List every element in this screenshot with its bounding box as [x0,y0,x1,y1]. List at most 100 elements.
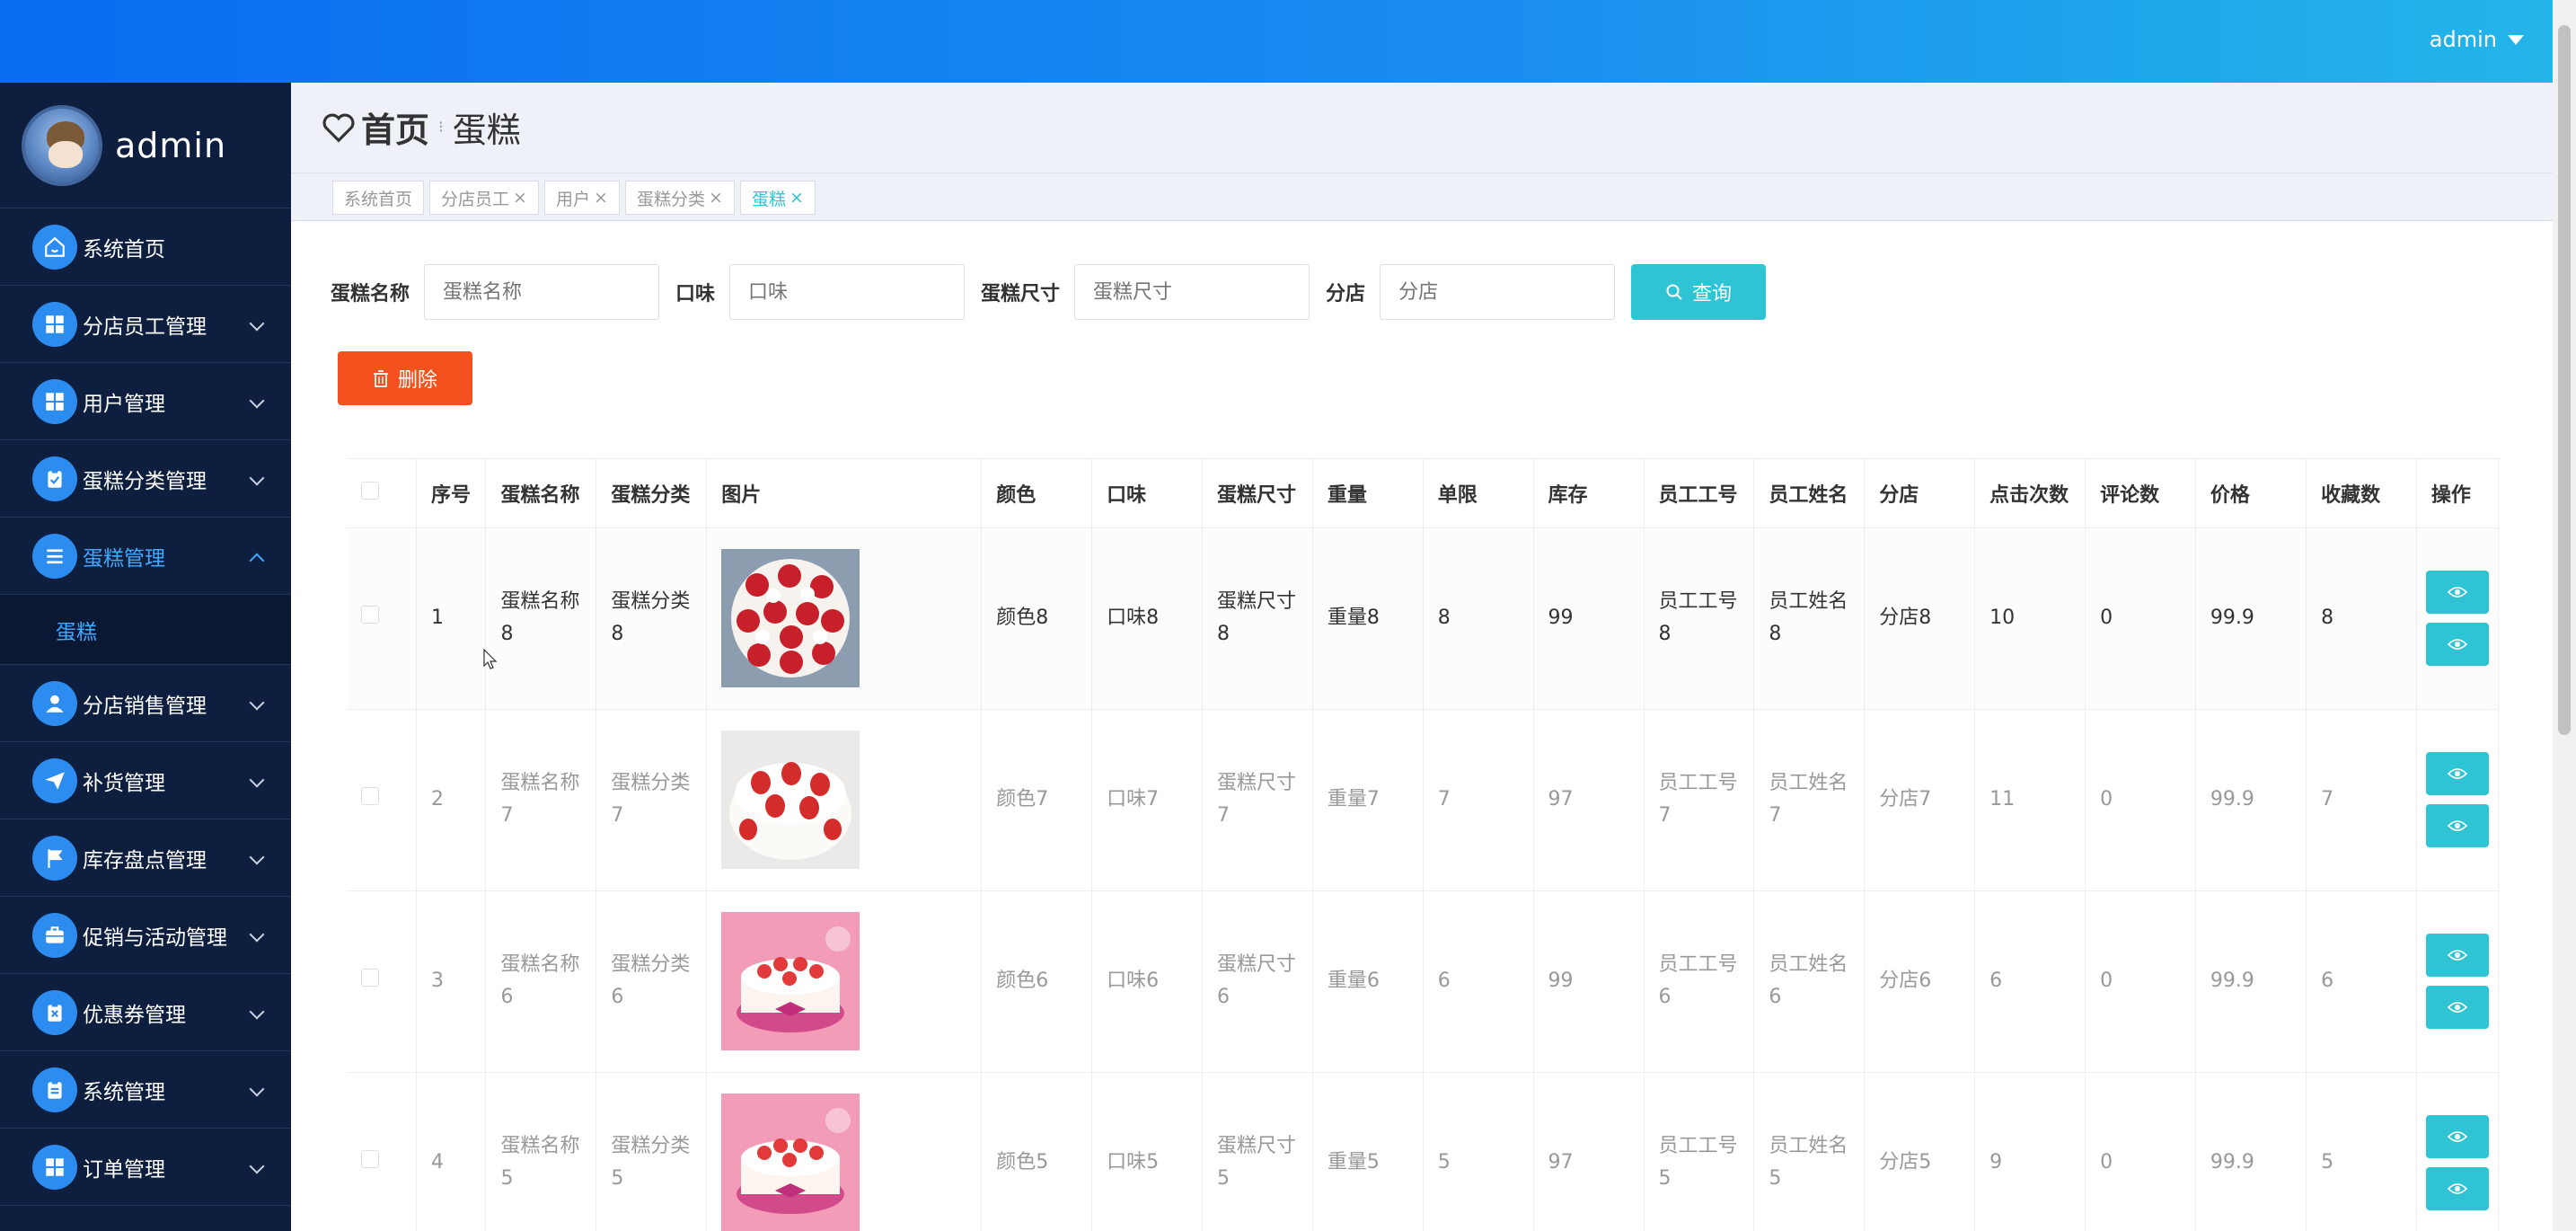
close-icon[interactable]: × [709,188,723,208]
briefcase-icon [32,912,77,958]
sidebar-item-home[interactable]: 系统首页 [0,208,291,286]
caret-down-icon [2508,34,2524,45]
username-label: admin [2429,27,2497,52]
header-select-all[interactable] [347,459,418,528]
chevron-down-icon [249,1081,265,1097]
avatar [22,104,102,186]
chevron-down-icon [249,470,265,486]
breadcrumb-home[interactable]: 首页 [361,102,429,152]
cake-image [721,1094,860,1231]
sidebar-item-inventory[interactable]: 库存盘点管理 [0,819,291,897]
delete-button[interactable]: 删除 [338,351,472,405]
sidebar-item-users[interactable]: 用户管理 [0,363,291,440]
sidebar-item-promotion[interactable]: 促销与活动管理 [0,897,291,974]
query-button[interactable]: 查询 [1631,264,1767,320]
detail-button[interactable] [2425,986,2489,1029]
branch-input[interactable] [1380,264,1616,320]
grid-icon [32,301,77,347]
column-header: 员工姓名 [1753,459,1866,528]
person-icon [32,680,77,726]
column-header: 颜色 [981,459,1093,528]
chevron-down-icon [249,1158,265,1174]
table-cell: 重量7 [1312,709,1424,891]
close-icon[interactable]: × [513,188,527,208]
row-checkbox[interactable] [361,787,379,805]
row-select-cell[interactable] [347,527,418,710]
data-table: 序号 蛋糕名称 蛋糕分类 图片 颜色 口味 蛋糕尺寸 重量 单限 库存 员工工号… [347,458,2499,1231]
detail-button[interactable] [2425,804,2489,847]
row-select-cell[interactable] [347,1072,418,1231]
view-button[interactable] [2425,752,2489,795]
table-cell: 0 [2085,890,2196,1073]
cake-image [721,549,860,687]
cake-size-input[interactable] [1074,264,1310,320]
view-button[interactable] [2425,571,2489,614]
scrollbar-thumb[interactable] [2558,25,2571,735]
table-cell: 0 [2085,709,2196,891]
detail-button[interactable] [2425,623,2489,666]
select-all-checkbox[interactable] [361,481,379,500]
table-row[interactable]: 2 蛋糕名称7 蛋糕分类7 颜色7 口味7 蛋糕尺寸7 重量7 7 97 员工工号7 员工姓名7 分店… [347,709,2499,891]
tab-label: 系统首页 [344,189,413,209]
sidebar: admin 系统首页 分店员工管理 用户管理 蛋糕分类管理 蛋糕管理 蛋糕 分店… [0,83,291,1231]
table-row[interactable]: 3 蛋糕名称6 蛋糕分类6 颜色6 口味6 蛋糕尺寸6 重量6 6 99 员工工号6 员工姓名6 分店… [347,890,2499,1073]
sidebar-item-coupons[interactable]: 优惠券管理 [0,974,291,1051]
view-button[interactable] [2425,934,2489,977]
tab-cake[interactable]: 蛋糕 × [740,181,816,215]
sidebar-item-branch-staff[interactable]: 分店员工管理 [0,286,291,363]
sidebar-item-label: 优惠券管理 [83,1003,186,1027]
table-cell: 99.9 [2195,527,2307,710]
sidebar-item-system[interactable]: 系统管理 [0,1051,291,1129]
close-icon[interactable]: × [790,188,804,208]
sidebar-item-restock[interactable]: 补货管理 [0,742,291,819]
sidebar-item-cake-category[interactable]: 蛋糕分类管理 [0,440,291,518]
row-checkbox[interactable] [361,606,379,624]
user-menu[interactable]: admin [2430,27,2524,52]
row-select-cell[interactable] [347,890,418,1073]
column-header: 点击次数 [1974,459,2086,528]
table-cell: 员工姓名5 [1753,1072,1866,1231]
tab-branch-staff[interactable]: 分店员工 × [429,181,539,215]
row-checkbox[interactable] [361,969,379,987]
table-cell: 99.9 [2195,890,2307,1073]
chevron-up-icon [249,553,265,569]
sidebar-item-branch-sales[interactable]: 分店销售管理 [0,665,291,742]
cake-name-input[interactable] [424,264,660,320]
table-row[interactable]: 4 蛋糕名称5 蛋糕分类5 颜色5 口味5 蛋糕尺寸5 重量5 5 97 员工工号5 员工姓名5 分店… [347,1072,2499,1231]
submenu-item-cake[interactable]: 蛋糕 [0,595,291,665]
row-checkbox[interactable] [361,1150,379,1168]
grid-icon [32,378,77,424]
vertical-scrollbar[interactable] [2553,0,2576,1231]
column-header: 蛋糕尺寸 [1202,459,1313,528]
tab-cake-category[interactable]: 蛋糕分类 × [625,181,735,215]
main-area: 首页 ⁝ 蛋糕 系统首页 分店员工× 用户× 蛋糕分类× 蛋糕× 蛋糕名称 口味… [291,83,2553,1231]
column-header: 评论数 [2085,459,2196,528]
sidebar-item-label: 分店销售管理 [83,694,207,718]
column-header: 重量 [1312,459,1424,528]
actions-cell [2416,1072,2499,1231]
row-select-cell[interactable] [347,709,418,891]
tab-users[interactable]: 用户 × [544,181,620,215]
flavor-input[interactable] [729,264,966,320]
table-row[interactable]: 1 蛋糕名称8 蛋糕分类8 颜色8 口味8 蛋糕尺寸8 重量8 8 99 员工工号8 员工姓名8 分店… [347,527,2499,710]
sidebar-item-label: 补货管理 [83,771,165,795]
table-cell: 2 [416,709,487,891]
table-cell: 99 [1533,890,1645,1073]
actions-cell [2416,709,2499,891]
close-icon[interactable]: × [594,188,608,208]
tab-label: 用户 [556,189,591,209]
detail-button[interactable] [2425,1167,2489,1210]
list-icon [32,533,77,579]
top-navbar: admin [0,0,2576,83]
heart-icon [322,113,355,142]
tab-system-home[interactable]: 系统首页 [332,181,425,215]
table-cell: 3 [416,890,487,1073]
sidebar-item-cake[interactable]: 蛋糕管理 [0,518,291,595]
table-cell: 蛋糕尺寸5 [1202,1072,1313,1231]
cake-image [721,731,860,869]
view-button[interactable] [2425,1115,2489,1158]
sidebar-item-orders[interactable]: 订单管理 [0,1129,291,1206]
table-cell: 97 [1533,709,1645,891]
table-cell: 重量8 [1312,527,1424,710]
table-cell: 7 [1423,709,1534,891]
